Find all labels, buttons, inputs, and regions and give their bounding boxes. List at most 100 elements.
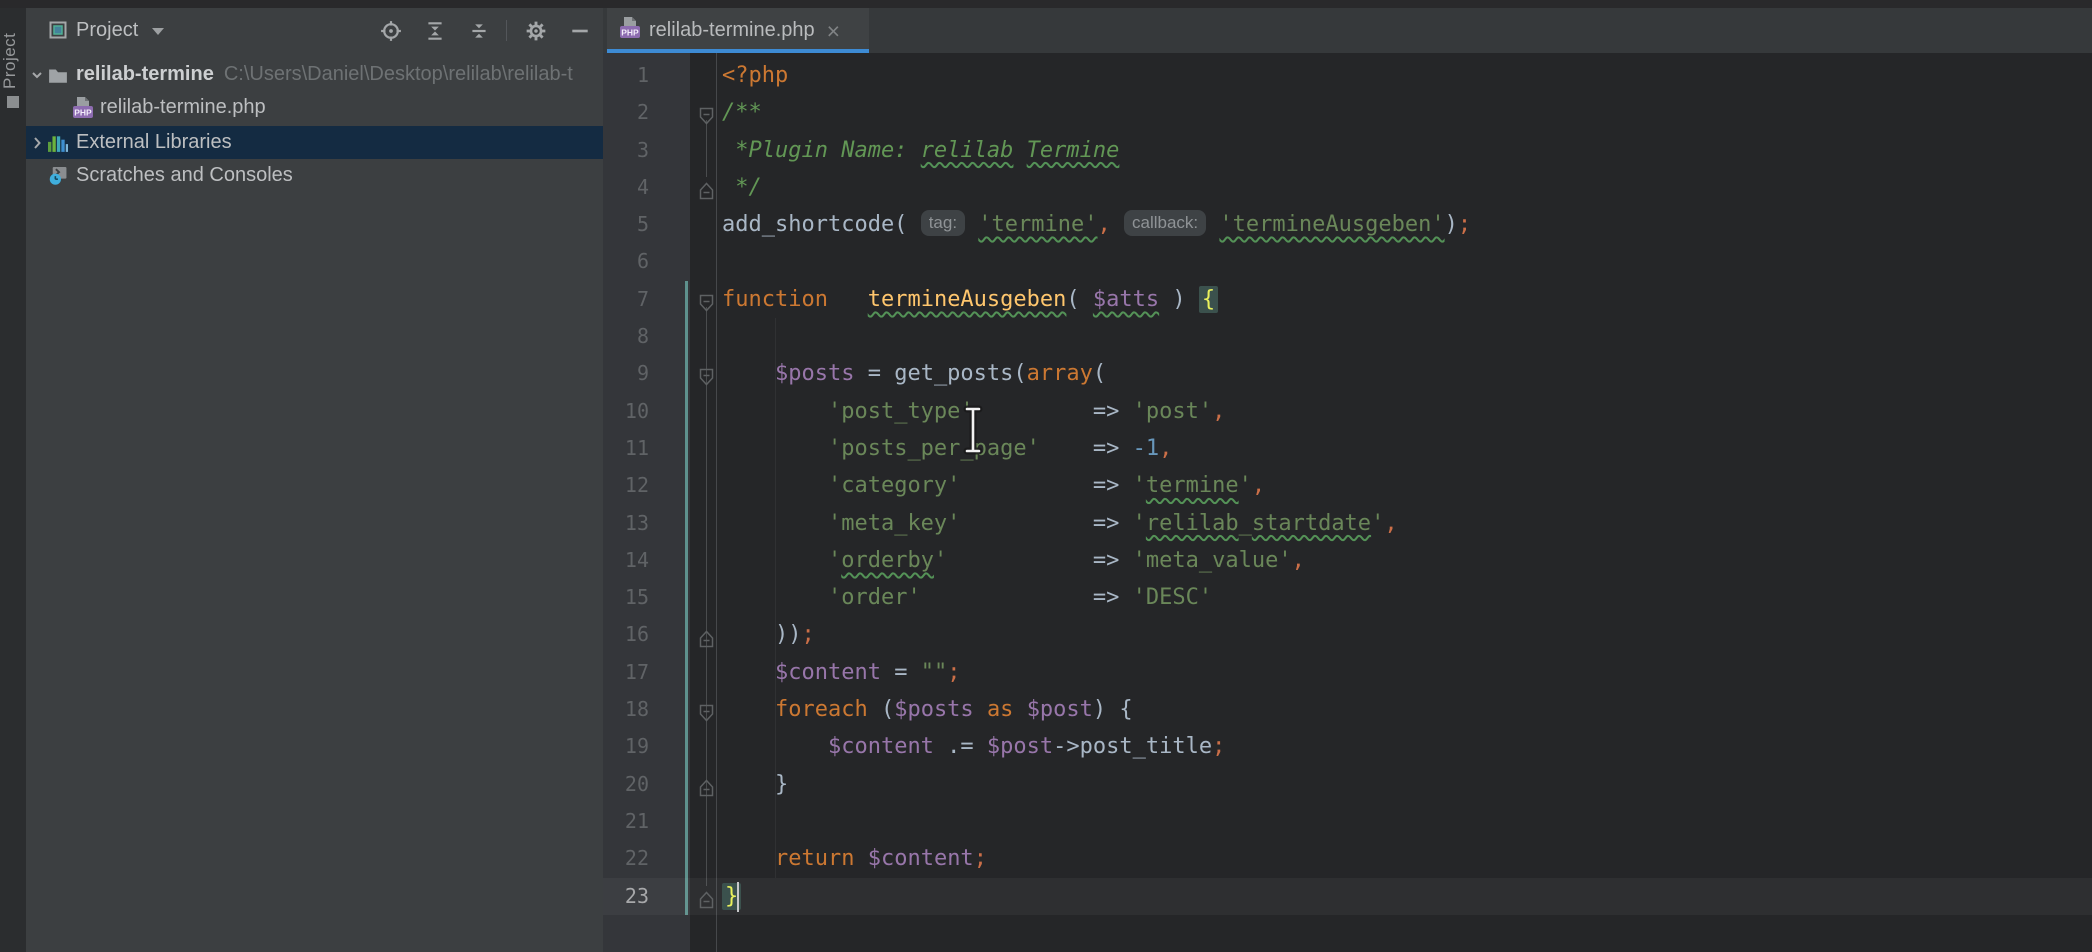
- line-number-8: 8: [603, 318, 649, 355]
- project-view-selector[interactable]: Project: [76, 8, 138, 53]
- code-line-13[interactable]: 'meta_key' => 'relilab_startdate',: [722, 505, 1471, 542]
- line-number-18: 18: [603, 691, 649, 728]
- line-number-6: 6: [603, 243, 649, 280]
- code-line-2[interactable]: /**: [722, 94, 1471, 131]
- close-icon[interactable]: ×: [827, 21, 840, 41]
- project-tree: relilab-termine C:\Users\Daniel\Desktop\r…: [26, 53, 603, 952]
- tab-label: relilab-termine.php: [649, 19, 815, 42]
- line-number-14: 14: [603, 542, 649, 579]
- line-number-5: 5: [603, 206, 649, 243]
- chevron-down-icon[interactable]: [152, 28, 164, 35]
- code-line-20[interactable]: }: [722, 766, 1471, 803]
- vcs-added-lines-marker: [685, 281, 688, 915]
- editor-tab-bar: PHP relilab-termine.php ×: [603, 8, 2092, 53]
- settings-button[interactable]: [525, 20, 547, 42]
- code-line-22[interactable]: return $content;: [722, 840, 1471, 877]
- ibeam-mouse-cursor: [958, 404, 988, 456]
- phpstorm-window: Project Project: [0, 0, 2092, 952]
- tree-item-relilab-termine[interactable]: relilab-termine C:\Users\Daniel\Desktop\r…: [26, 58, 603, 91]
- line-number-16: 16: [603, 616, 649, 653]
- window-top-strip: [0, 0, 2092, 8]
- code-line-19[interactable]: $content .= $post->post_title;: [722, 728, 1471, 765]
- fold-marker-up-line-4[interactable]: [699, 182, 714, 200]
- code-line-8[interactable]: [722, 318, 1471, 355]
- chevron-down-icon[interactable]: [26, 67, 48, 83]
- tree-item-label: External Libraries: [76, 131, 232, 154]
- line-numbers: 1234567891011121314151617181920212223: [603, 57, 649, 915]
- tree-item-scratches-and-consoles[interactable]: Scratches and Consoles: [26, 159, 603, 192]
- toolbar-divider: [506, 20, 507, 41]
- code-line-15[interactable]: 'order' => 'DESC': [722, 579, 1471, 616]
- line-number-23: 23: [603, 878, 649, 915]
- collapse-all-button[interactable]: [468, 20, 490, 42]
- project-toolbar: Project: [26, 8, 603, 53]
- line-number-11: 11: [603, 430, 649, 467]
- fold-marker-down-line-9[interactable]: [699, 368, 714, 386]
- locate-file-button[interactable]: [380, 20, 402, 42]
- fold-marker-down-line-7[interactable]: [699, 294, 714, 312]
- line-number-1: 1: [603, 57, 649, 94]
- line-number-10: 10: [603, 393, 649, 430]
- file-path: C:\Users\Daniel\Desktop\relilab\relilab-…: [224, 63, 573, 86]
- tool-window-stripe: Project: [0, 8, 26, 952]
- code-text: <?php/** *Plugin Name: relilab Termine *…: [722, 57, 1471, 915]
- fold-region-line: [706, 307, 707, 886]
- chevron-right-icon[interactable]: [26, 135, 48, 151]
- tree-item-relilab-termine-php[interactable]: PHP relilab-termine.php: [26, 91, 603, 124]
- code-line-14[interactable]: 'orderby' => 'meta_value',: [722, 542, 1471, 579]
- code-line-23[interactable]: }: [722, 878, 1471, 915]
- code-line-17[interactable]: $content = "";: [722, 654, 1471, 691]
- library-icon: [48, 134, 74, 152]
- code-line-11[interactable]: 'posts_per_page' => -1,: [722, 430, 1471, 467]
- tree-item-label: relilab-termine: [76, 63, 214, 86]
- php-file-icon: PHP: [619, 16, 641, 45]
- project-view-icon: [48, 20, 68, 40]
- php-icon: PHP: [72, 96, 98, 120]
- code-line-1[interactable]: <?php: [722, 57, 1471, 94]
- code-line-7[interactable]: function termineAusgeben( $atts ) {: [722, 281, 1471, 318]
- fold-region-line: [706, 120, 707, 177]
- line-number-2: 2: [603, 94, 649, 131]
- line-number-15: 15: [603, 579, 649, 616]
- code-line-21[interactable]: [722, 803, 1471, 840]
- tree-item-label: relilab-termine.php: [100, 96, 266, 119]
- tab-relilab-termine-php[interactable]: PHP relilab-termine.php ×: [607, 8, 869, 53]
- svg-text:PHP: PHP: [621, 28, 639, 38]
- fold-marker-down-line-2[interactable]: [699, 107, 714, 125]
- code-line-10[interactable]: 'post_type' => 'post',: [722, 393, 1471, 430]
- svg-text:PHP: PHP: [74, 107, 92, 117]
- line-number-4: 4: [603, 169, 649, 206]
- code-line-4[interactable]: */: [722, 169, 1471, 206]
- scratches-icon: [48, 166, 74, 185]
- code-line-18[interactable]: foreach ($posts as $post) {: [722, 691, 1471, 728]
- code-line-6[interactable]: [722, 243, 1471, 280]
- editor-area: PHP relilab-termine.php × 12345678910111…: [603, 8, 2092, 952]
- tree-item-external-libraries[interactable]: External Libraries: [26, 126, 603, 159]
- hide-panel-button[interactable]: [569, 20, 591, 42]
- line-number-20: 20: [603, 766, 649, 803]
- fold-marker-up-line-23[interactable]: [699, 891, 714, 909]
- code-line-3[interactable]: *Plugin Name: relilab Termine: [722, 132, 1471, 169]
- line-number-13: 13: [603, 505, 649, 542]
- fold-marker-up-line-20[interactable]: [699, 779, 714, 797]
- code-line-12[interactable]: 'category' => 'termine',: [722, 467, 1471, 504]
- fold-marker-down-line-18[interactable]: [699, 704, 714, 722]
- code-editor[interactable]: 1234567891011121314151617181920212223 <?…: [603, 53, 2092, 952]
- code-line-16[interactable]: ));: [722, 616, 1471, 653]
- fold-marker-up-line-16[interactable]: [699, 630, 714, 648]
- tool-window-square-icon[interactable]: [7, 96, 19, 108]
- folder-icon: [48, 66, 74, 84]
- line-number-12: 12: [603, 467, 649, 504]
- tree-item-label: Scratches and Consoles: [76, 164, 293, 187]
- line-number-9: 9: [603, 355, 649, 392]
- code-line-9[interactable]: $posts = get_posts(array(: [722, 355, 1471, 392]
- inlay-hint: callback:: [1124, 210, 1206, 236]
- project-stripe-button[interactable]: Project: [0, 16, 26, 106]
- code-line-5[interactable]: add_shortcode( tag: 'termine', callback:…: [722, 206, 1471, 243]
- expand-all-button[interactable]: [424, 20, 446, 42]
- line-number-17: 17: [603, 654, 649, 691]
- line-number-21: 21: [603, 803, 649, 840]
- gutter-separator: [716, 53, 717, 952]
- project-panel: Project relilab-termine C:\Users\Daniel\D…: [26, 8, 603, 952]
- line-number-3: 3: [603, 132, 649, 169]
